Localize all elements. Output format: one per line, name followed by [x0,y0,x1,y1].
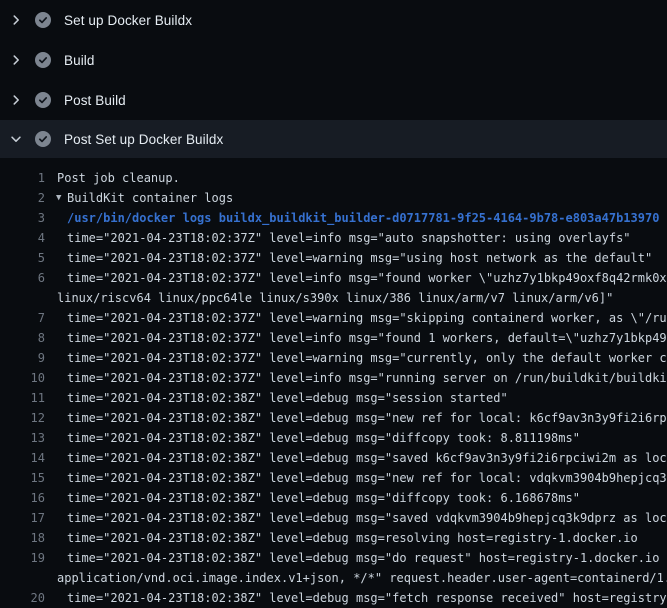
log-line-text: time="2021-04-23T18:02:38Z" level=debug … [0,528,638,548]
log-line: 4time="2021-04-23T18:02:37Z" level=info … [0,228,667,248]
log-line-text: time="2021-04-23T18:02:37Z" level=info m… [0,268,667,288]
line-number[interactable]: 17 [0,508,45,528]
chevron-right-icon[interactable] [9,13,23,27]
line-number[interactable]: 3 [0,208,45,228]
line-number[interactable]: 11 [0,388,45,408]
check-circle-icon [35,131,51,147]
log-line: 14time="2021-04-23T18:02:38Z" level=debu… [0,448,667,468]
log-line: 1Post job cleanup. [0,168,667,188]
line-number[interactable]: 18 [0,528,45,548]
log-line: 8time="2021-04-23T18:02:37Z" level=info … [0,328,667,348]
check-circle-icon [35,12,51,28]
step-label: Set up Docker Buildx [64,13,192,28]
line-number[interactable]: 7 [0,308,45,328]
chevron-down-icon[interactable] [9,132,23,146]
line-number[interactable]: 10 [0,368,45,388]
log-line: application/vnd.oci.image.index.v1+json,… [0,568,667,588]
check-circle-icon [35,92,51,108]
log-line: 5time="2021-04-23T18:02:37Z" level=warni… [0,248,667,268]
log-line-text: linux/riscv64 linux/ppc64le linux/s390x … [0,288,613,308]
log-lines: 1Post job cleanup.2▼BuildKit container l… [0,168,667,608]
line-number[interactable]: 16 [0,488,45,508]
log-line: 18time="2021-04-23T18:02:38Z" level=debu… [0,528,667,548]
step-label: Post Set up Docker Buildx [64,132,223,147]
log-line-text: time="2021-04-23T18:02:37Z" level=info m… [0,328,667,348]
log-line-text: time="2021-04-23T18:02:38Z" level=debug … [0,548,667,568]
chevron-right-icon[interactable] [9,53,23,67]
log-line-text: time="2021-04-23T18:02:37Z" level=warnin… [0,348,667,368]
log-line-text: time="2021-04-23T18:02:37Z" level=warnin… [0,308,667,328]
log-line-text: application/vnd.oci.image.index.v1+json,… [0,568,667,588]
line-number[interactable]: 9 [0,348,45,368]
log-line-text: time="2021-04-23T18:02:38Z" level=debug … [0,388,508,408]
line-number[interactable]: 13 [0,428,45,448]
chevron-right-icon[interactable] [9,93,23,107]
log-line: 13time="2021-04-23T18:02:38Z" level=debu… [0,428,667,448]
line-number[interactable]: 5 [0,248,45,268]
log-line: 16time="2021-04-23T18:02:38Z" level=debu… [0,488,667,508]
log-line: 9time="2021-04-23T18:02:37Z" level=warni… [0,348,667,368]
step-row-post-build[interactable]: Post Build [0,80,667,120]
line-number[interactable]: 8 [0,328,45,348]
step-label: Post Build [64,93,126,108]
line-number[interactable]: 12 [0,408,45,428]
log-line-text: time="2021-04-23T18:02:37Z" level=info m… [0,368,667,388]
line-number[interactable]: 6 [0,268,45,288]
log-line: linux/riscv64 linux/ppc64le linux/s390x … [0,288,667,308]
log-line-text: time="2021-04-23T18:02:38Z" level=debug … [0,468,667,488]
line-number[interactable]: 1 [0,168,45,188]
log-line-text: time="2021-04-23T18:02:37Z" level=info m… [0,228,631,248]
check-circle-icon [35,52,51,68]
line-number[interactable]: 4 [0,228,45,248]
log-line: 6time="2021-04-23T18:02:37Z" level=info … [0,268,667,288]
log-command-text: /usr/bin/docker logs buildx_buildkit_bui… [0,208,659,228]
log-line-text: time="2021-04-23T18:02:37Z" level=warnin… [0,248,652,268]
steps-list: Set up Docker Buildx Build Post Build Po… [0,0,667,158]
log-line: 10time="2021-04-23T18:02:37Z" level=info… [0,368,667,388]
step-row-post-set-up-docker-buildx[interactable]: Post Set up Docker Buildx [0,120,667,158]
log-line: 15time="2021-04-23T18:02:38Z" level=debu… [0,468,667,488]
line-number[interactable]: 19 [0,548,45,568]
line-number[interactable]: 2 [0,188,45,208]
log-line-text: time="2021-04-23T18:02:38Z" level=debug … [0,588,667,608]
log-line: 19time="2021-04-23T18:02:38Z" level=debu… [0,548,667,568]
line-number[interactable]: 14 [0,448,45,468]
log-line: 3/usr/bin/docker logs buildx_buildkit_bu… [0,208,667,228]
log-line-text: time="2021-04-23T18:02:38Z" level=debug … [0,408,667,428]
log-area: 1Post job cleanup.2▼BuildKit container l… [0,158,667,608]
log-line: 11time="2021-04-23T18:02:38Z" level=debu… [0,388,667,408]
step-row-build[interactable]: Build [0,40,667,80]
step-label: Build [64,53,95,68]
log-line-text: time="2021-04-23T18:02:38Z" level=debug … [0,488,580,508]
line-number[interactable]: 15 [0,468,45,488]
log-line-text: time="2021-04-23T18:02:38Z" level=debug … [0,448,667,468]
log-line: 20time="2021-04-23T18:02:38Z" level=debu… [0,588,667,608]
log-line-text: time="2021-04-23T18:02:38Z" level=debug … [0,428,580,448]
log-line-text: time="2021-04-23T18:02:38Z" level=debug … [0,508,667,528]
step-row-set-up-docker-buildx[interactable]: Set up Docker Buildx [0,0,667,40]
log-line: 2▼BuildKit container logs [0,188,667,208]
log-group-toggle-icon[interactable]: ▼ [56,188,61,208]
log-line: 17time="2021-04-23T18:02:38Z" level=debu… [0,508,667,528]
log-line: 12time="2021-04-23T18:02:38Z" level=debu… [0,408,667,428]
line-number[interactable]: 20 [0,588,45,608]
log-line: 7time="2021-04-23T18:02:37Z" level=warni… [0,308,667,328]
